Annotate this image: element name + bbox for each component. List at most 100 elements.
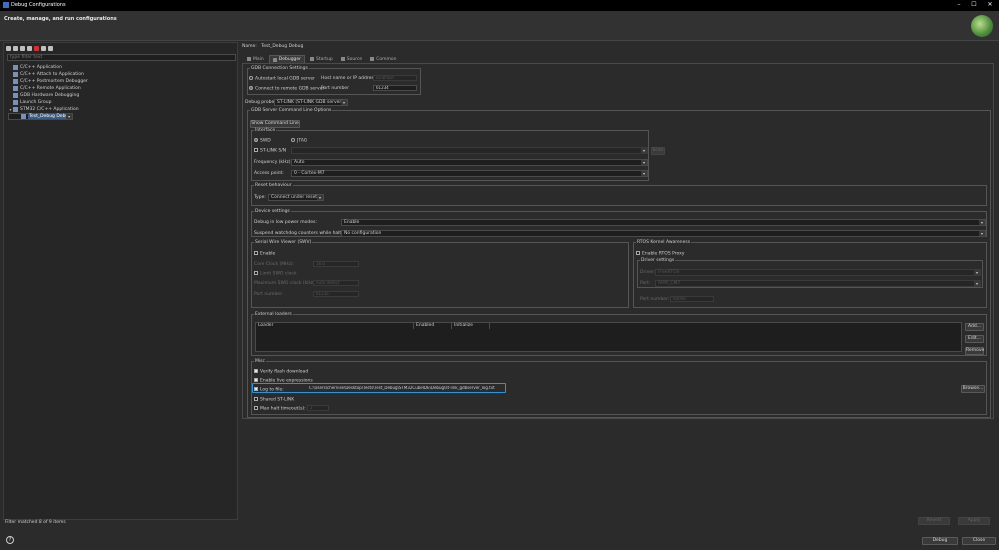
reset-group: Reset behaviour bbox=[251, 183, 987, 206]
access-point-label: Access point: bbox=[254, 171, 284, 176]
loaders-table[interactable]: Loader Enabled Initialize bbox=[255, 322, 962, 352]
tree-item[interactable]: GDB Hardware Debugging bbox=[8, 92, 236, 99]
swd-radio[interactable]: SWD bbox=[254, 138, 271, 144]
tab-icon bbox=[272, 57, 277, 62]
scan-button[interactable]: Scan bbox=[651, 147, 665, 155]
tree-item[interactable]: C/C++ Remote Application bbox=[8, 85, 236, 92]
max-swo-input[interactable]: Auto detect bbox=[313, 280, 359, 286]
rtos-portnum-input[interactable]: 60000 bbox=[670, 296, 714, 302]
tree-item[interactable]: ▾ STM32 C/C++ Application bbox=[8, 106, 236, 113]
config-type-icon bbox=[13, 72, 18, 77]
help-icon[interactable]: ? bbox=[6, 536, 14, 544]
config-tabs: Main Debugger Startup Source Common bbox=[244, 55, 399, 63]
access-point-select[interactable]: 0 - Cortex-M7 bbox=[291, 170, 648, 177]
tab-debugger[interactable]: Debugger bbox=[268, 55, 306, 63]
config-type-icon bbox=[21, 114, 26, 119]
loader-col-header[interactable]: Loader bbox=[256, 323, 414, 329]
config-type-icon bbox=[13, 86, 18, 91]
collapse-all-icon[interactable] bbox=[41, 45, 46, 51]
tree-item[interactable]: Test_Debug Debug bbox=[8, 113, 74, 120]
swv-enable-checkbox[interactable]: Enable bbox=[254, 251, 275, 257]
probe-select[interactable]: ST-LINK (ST-LINK GDB server) bbox=[274, 99, 348, 106]
name-row: Name: Test_Debug Debug bbox=[242, 44, 303, 49]
show-command-line-button[interactable]: Show Command Line bbox=[250, 120, 300, 128]
export-icon[interactable] bbox=[20, 45, 25, 51]
jtag-radio[interactable]: JTAG bbox=[291, 138, 307, 144]
tree-item[interactable]: C/C++ Attach to Application bbox=[8, 71, 236, 78]
autostart-radio[interactable]: Autostart local GDB server bbox=[249, 76, 315, 82]
swv-port-input[interactable]: 61235 bbox=[313, 291, 359, 297]
config-tree: C/C++ Application C/C++ Attach to Applica… bbox=[8, 64, 236, 120]
tree-item-label: C/C++ Attach to Application bbox=[20, 72, 84, 77]
config-type-icon bbox=[13, 65, 18, 70]
add-loader-button[interactable]: Add... bbox=[965, 323, 984, 331]
debugger-tab-content: GDB Connection Settings Autostart local … bbox=[242, 63, 994, 419]
stlink-sn-checkbox[interactable]: ST-LINK S/N bbox=[254, 148, 286, 154]
tree-item-label: Test_Debug Debug bbox=[28, 114, 73, 119]
lowpower-select[interactable]: Enable bbox=[341, 219, 986, 226]
initialize-col-header[interactable]: Initialize bbox=[452, 323, 490, 329]
tree-item-label: GDB Hardware Debugging bbox=[20, 93, 80, 98]
verify-flash-checkbox[interactable]: Verify flash download bbox=[254, 369, 308, 375]
driver-settings-legend: Driver settings bbox=[641, 258, 675, 263]
tab-source[interactable]: Source bbox=[338, 55, 365, 63]
debug-button[interactable]: Debug bbox=[922, 537, 958, 545]
core-clock-label: Core Clock (MHz): bbox=[254, 262, 295, 267]
revert-button[interactable]: Revert bbox=[918, 517, 950, 525]
remote-radio[interactable]: Connect to remote GDB server bbox=[249, 86, 324, 92]
core-clock-input[interactable]: 16.0 bbox=[313, 261, 359, 267]
stlink-sn-select[interactable] bbox=[291, 147, 648, 154]
watchdog-select[interactable]: No configuration bbox=[341, 230, 986, 237]
max-halt-input[interactable]: 2 bbox=[307, 405, 329, 411]
browse-log-button[interactable]: Browse... bbox=[961, 385, 985, 393]
rtos-port-select[interactable]: ARM_CM7 bbox=[655, 280, 981, 287]
swv-legend: Serial Wire Viewer (SWV) bbox=[255, 240, 312, 245]
new-prototype-icon[interactable] bbox=[13, 45, 18, 51]
host-label: Host name or IP address bbox=[321, 76, 377, 81]
edit-loader-button[interactable]: Edit... bbox=[965, 335, 984, 343]
tree-item[interactable]: Launch Group bbox=[8, 99, 236, 106]
gdb-connection-legend: GDB Connection Settings bbox=[251, 66, 308, 71]
window-title: Debug Configurations bbox=[11, 2, 66, 8]
delete-icon[interactable] bbox=[34, 45, 39, 51]
duplicate-icon[interactable] bbox=[27, 45, 32, 51]
close-window-icon[interactable]: ✕ bbox=[983, 1, 997, 9]
tab-icon bbox=[370, 57, 375, 61]
port-label: Port number bbox=[321, 86, 349, 91]
max-halt-checkbox[interactable]: Max halt timeout(s): bbox=[254, 406, 306, 412]
port-input[interactable]: 61234 bbox=[373, 85, 417, 91]
window-titlebar: Debug Configurations – ☐ ✕ bbox=[0, 0, 999, 11]
lowpower-label: Debug in low power modes: bbox=[254, 220, 317, 225]
tab-startup[interactable]: Startup bbox=[307, 55, 336, 63]
filter-icon[interactable] bbox=[48, 45, 53, 51]
autostart-radio-icon bbox=[249, 76, 253, 80]
reset-legend: Reset behaviour bbox=[255, 183, 292, 188]
maximize-icon[interactable]: ☐ bbox=[967, 1, 981, 9]
apply-button[interactable]: Apply bbox=[958, 517, 990, 525]
tab-label: Source bbox=[346, 56, 363, 62]
tree-item[interactable]: C/C++ Application bbox=[8, 64, 236, 71]
tree-item[interactable]: C/C++ Postmortem Debugger bbox=[8, 78, 236, 85]
limit-swo-checkbox[interactable]: Limit SWO clock bbox=[254, 271, 296, 277]
rtos-driver-select[interactable]: FreeRTOS bbox=[655, 269, 981, 276]
host-input[interactable]: localhost bbox=[373, 75, 417, 81]
loaders-area: Loader Enabled Initialize bbox=[251, 314, 987, 356]
filter-status: Filter matched 8 of 9 items bbox=[5, 520, 66, 525]
reset-type-select[interactable]: Connect under reset bbox=[268, 194, 324, 201]
close-button[interactable]: Close bbox=[962, 537, 996, 545]
new-config-icon[interactable] bbox=[6, 45, 11, 51]
device-legend: Device settings bbox=[255, 209, 290, 214]
filter-input[interactable]: type filter text bbox=[7, 54, 236, 61]
stlink-sn-check-icon bbox=[254, 148, 258, 152]
tab-common[interactable]: Common bbox=[367, 55, 399, 63]
enabled-col-header[interactable]: Enabled bbox=[414, 323, 452, 329]
remove-loader-button[interactable]: Remove bbox=[965, 347, 984, 355]
freq-select[interactable]: Auto bbox=[291, 159, 648, 166]
shared-stlink-checkbox[interactable]: Shared ST-LINK bbox=[254, 397, 294, 403]
rtos-enable-checkbox[interactable]: Enable RTOS Proxy bbox=[636, 251, 684, 257]
minimize-icon[interactable]: – bbox=[952, 1, 966, 9]
swv-group: Serial Wire Viewer (SWV) bbox=[251, 240, 629, 308]
name-field[interactable]: Test_Debug Debug bbox=[261, 44, 303, 49]
tab-main[interactable]: Main bbox=[244, 55, 267, 63]
swv-port-label: Port number: bbox=[254, 292, 284, 297]
